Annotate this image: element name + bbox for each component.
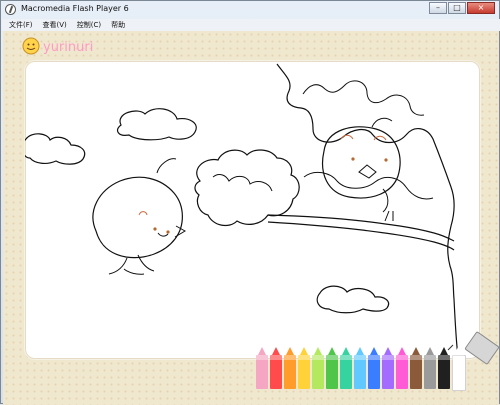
pencil-red[interactable] bbox=[270, 347, 282, 389]
pencil-blue[interactable] bbox=[368, 347, 380, 389]
pencil-purple[interactable] bbox=[382, 347, 394, 389]
menu-bar: 文件(F) 查看(V) 控制(C) 帮助 bbox=[2, 19, 500, 31]
logo-text: yurinuri bbox=[43, 40, 93, 55]
coloring-lineart[interactable] bbox=[25, 61, 478, 357]
pencil-brown[interactable] bbox=[410, 347, 422, 389]
yurinuri-logo: yurinuri bbox=[22, 37, 93, 55]
pencil-pink[interactable] bbox=[256, 347, 268, 389]
menu-help[interactable]: 帮助 bbox=[111, 19, 125, 31]
pencil-yellow[interactable] bbox=[298, 347, 310, 389]
maximize-button[interactable]: □ bbox=[448, 2, 466, 14]
close-button[interactable]: × bbox=[467, 2, 495, 14]
pencil-light-green[interactable] bbox=[312, 347, 324, 389]
menu-view[interactable]: 查看(V) bbox=[43, 19, 67, 31]
menu-control[interactable]: 控制(C) bbox=[77, 19, 101, 31]
title-bar: Macromedia Flash Player 6 – □ × bbox=[1, 1, 499, 19]
pencil-sky[interactable] bbox=[354, 347, 366, 389]
window-title: Macromedia Flash Player 6 bbox=[21, 4, 129, 13]
minimize-button[interactable]: – bbox=[429, 2, 447, 14]
pencil-magenta[interactable] bbox=[396, 347, 408, 389]
pencil-white[interactable] bbox=[452, 347, 466, 391]
eraser-icon[interactable] bbox=[447, 344, 455, 352]
pencil-orange[interactable] bbox=[284, 347, 296, 389]
flash-icon bbox=[5, 4, 16, 15]
flash-player-window: Macromedia Flash Player 6 – □ × 文件(F) 查看… bbox=[0, 0, 500, 405]
menu-file[interactable]: 文件(F) bbox=[9, 19, 33, 31]
window-controls: – □ × bbox=[429, 2, 495, 14]
pencil-gray[interactable] bbox=[424, 347, 436, 389]
pencil-teal[interactable] bbox=[340, 347, 352, 389]
pencil-black[interactable] bbox=[438, 347, 450, 389]
pencil-green[interactable] bbox=[326, 347, 338, 389]
